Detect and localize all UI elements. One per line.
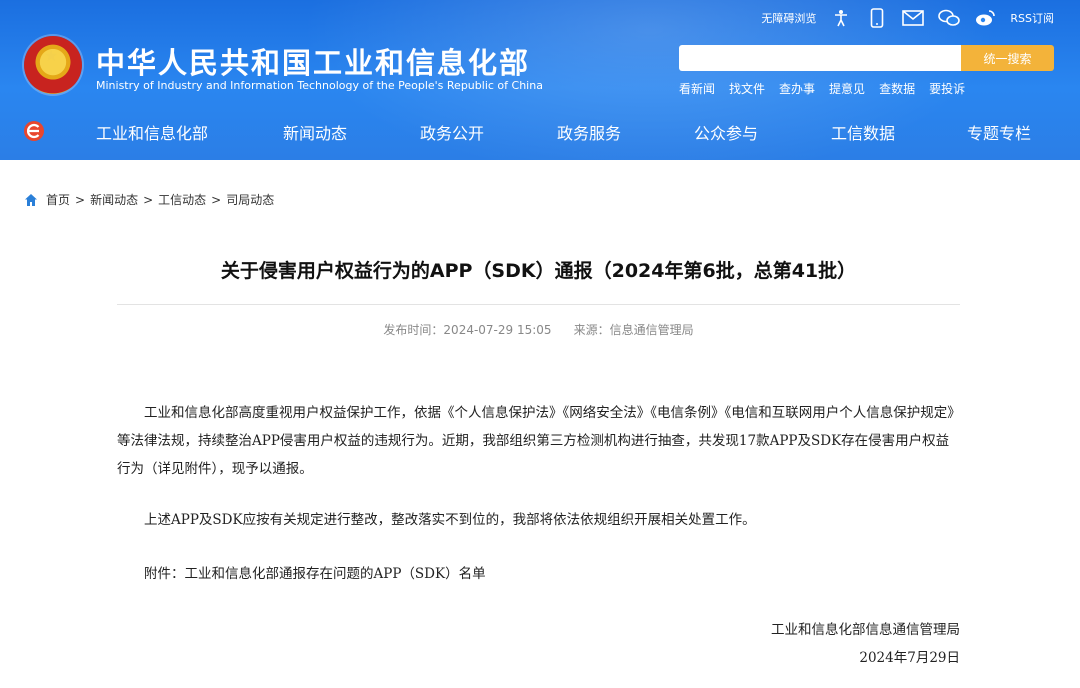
main-nav: 工业和信息化部 新闻动态 政务公开 政务服务 公众参与 工信数据 专题专栏 xyxy=(0,110,1080,152)
article-source: 来源：信息通信管理局 xyxy=(573,323,694,337)
breadcrumb-home[interactable]: 首页 xyxy=(46,191,70,208)
site-title: 中华人民共和国工业和信息化部 xyxy=(96,46,531,80)
breadcrumb-separator: > xyxy=(143,192,154,207)
accessibility-link[interactable]: 无障碍浏览 xyxy=(761,10,816,26)
weibo-icon[interactable] xyxy=(974,8,996,28)
title-divider xyxy=(117,304,960,305)
nav-item-public-participation[interactable]: 公众参与 xyxy=(694,120,758,144)
mail-icon[interactable] xyxy=(902,8,925,28)
quick-link-data[interactable]: 查数据 xyxy=(879,80,915,97)
article-paragraph: 工业和信息化部高度重视用户权益保护工作，依据《个人信息保护法》《网络安全法》《电… xyxy=(117,405,954,477)
attachment-line: 附件：工业和信息化部通报存在问题的APP（SDK）名单 xyxy=(144,566,486,582)
search-input[interactable] xyxy=(679,45,961,71)
nav-item-miit-data[interactable]: 工信数据 xyxy=(831,120,895,144)
top-links: 无障碍浏览 RSS订阅 xyxy=(761,8,1054,28)
signature-date: 2024年7月29日 xyxy=(859,650,960,666)
nav-item-government-affairs[interactable]: 政务公开 xyxy=(420,120,484,144)
rss-link[interactable]: RSS订阅 xyxy=(1010,10,1054,26)
unified-search-button[interactable]: 统一搜索 xyxy=(961,45,1054,71)
home-icon xyxy=(25,193,37,206)
quick-links: 看新闻 找文件 查办事 提意见 查数据 要投诉 xyxy=(679,80,965,97)
breadcrumb: 首页 > 新闻动态 > 工信动态 > 司局动态 xyxy=(24,191,274,208)
nav-item-special-topics[interactable]: 专题专栏 xyxy=(967,120,1031,144)
site-subtitle: Ministry of Industry and Information Tec… xyxy=(96,79,543,92)
quick-link-services[interactable]: 查办事 xyxy=(779,80,815,97)
e-gov-logo-icon[interactable] xyxy=(23,120,45,142)
quick-link-documents[interactable]: 找文件 xyxy=(729,80,765,97)
nav-item-government-services[interactable]: 政务服务 xyxy=(557,120,621,144)
article-paragraph: 上述APP及SDK应按有关规定进行整改，整改落实不到位的，我部将依法依规组织开展… xyxy=(144,512,756,528)
article-meta: 发布时间：2024-07-29 15:05 来源：信息通信管理局 xyxy=(117,321,960,338)
breadcrumb-separator: > xyxy=(75,192,86,207)
breadcrumb-miit-news[interactable]: 工信动态 xyxy=(158,191,206,208)
wechat-icon[interactable] xyxy=(938,8,961,28)
nav-item-news[interactable]: 新闻动态 xyxy=(283,120,347,144)
breadcrumb-news[interactable]: 新闻动态 xyxy=(90,191,138,208)
nav-item-ministry[interactable]: 工业和信息化部 xyxy=(96,120,208,144)
site-header: ★ 中华人民共和国工业和信息化部 Ministry of Industry an… xyxy=(0,0,1080,160)
accessibility-figure-icon[interactable] xyxy=(830,8,852,28)
article-title: 关于侵害用户权益行为的APP（SDK）通报（2024年第6批，总第41批） xyxy=(220,260,857,282)
signature-issuer: 工业和信息化部信息通信管理局 xyxy=(771,622,960,638)
breadcrumb-separator: > xyxy=(211,192,222,207)
publish-time: 发布时间：2024-07-29 15:05 xyxy=(383,323,552,337)
quick-link-complaints[interactable]: 要投诉 xyxy=(929,80,965,97)
national-emblem-icon: ★ xyxy=(24,36,82,94)
breadcrumb-bureau-news[interactable]: 司局动态 xyxy=(226,191,274,208)
quick-link-news[interactable]: 看新闻 xyxy=(679,80,715,97)
mobile-icon[interactable] xyxy=(866,8,888,28)
quick-link-suggestions[interactable]: 提意见 xyxy=(829,80,865,97)
